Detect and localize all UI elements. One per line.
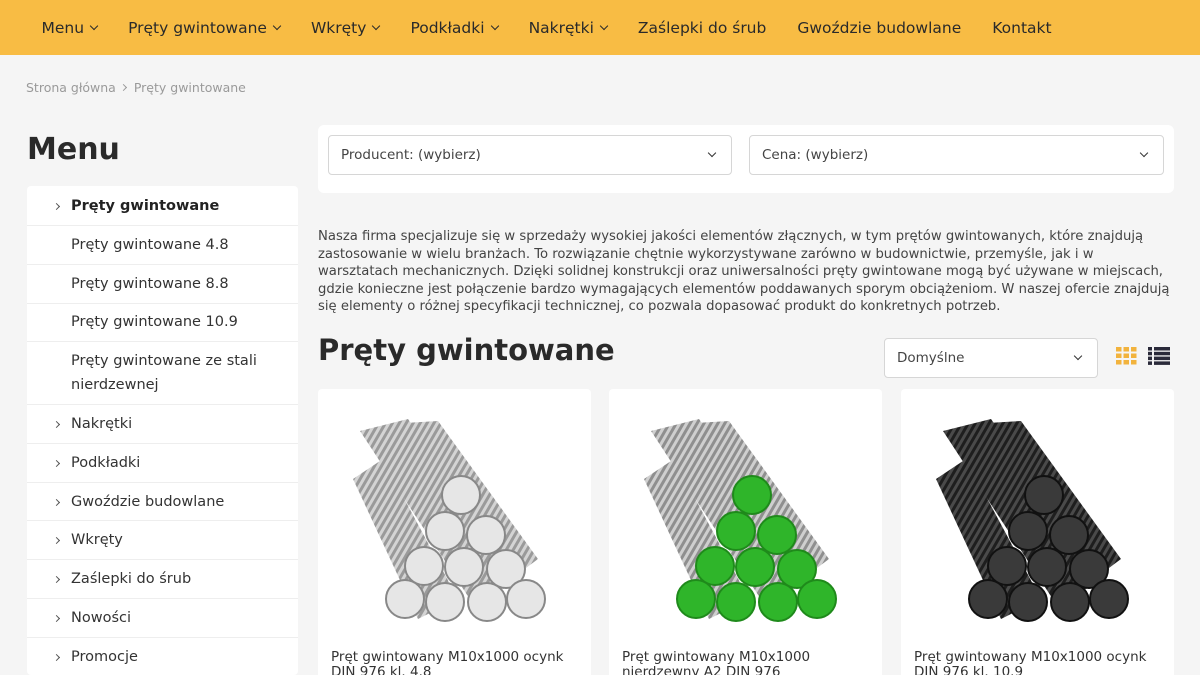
- grid-view-icon[interactable]: [1116, 347, 1137, 365]
- nav-item-menu[interactable]: Menu: [26, 0, 113, 55]
- chevron-right-icon: [119, 83, 127, 92]
- sidebar-item-label: Zaślepki do śrub: [71, 571, 192, 587]
- sort-select[interactable]: Domyślne: [884, 338, 1098, 378]
- chevron-right-icon: [52, 536, 61, 545]
- sidebar-item-label: Nowości: [71, 610, 132, 626]
- filter-panel: Producent: (wybierz) Cena: (wybierz): [318, 125, 1174, 193]
- sort-select-value: Domyślne: [897, 350, 965, 366]
- sidebar-item-threaded-rods-10-9[interactable]: Pręty gwintowane 10.9: [27, 304, 298, 342]
- page-title: Pręty gwintowane: [318, 333, 615, 367]
- nav-item-nuts[interactable]: Nakrętki: [513, 0, 622, 55]
- threaded-rods-stainless-image: [644, 419, 837, 622]
- nav-item-threaded-rods[interactable]: Pręty gwintowane: [113, 0, 296, 55]
- chevron-down-icon: [490, 21, 499, 30]
- chevron-right-icon: [52, 653, 61, 662]
- sidebar-item-screws[interactable]: Wkręty: [27, 521, 298, 560]
- product-card[interactable]: Pręt gwintowany M10x1000 nierdzewny A2 D…: [609, 389, 882, 675]
- sidebar-item-label: Pręty gwintowane 4.8: [71, 237, 229, 253]
- sidebar-item-threaded-rods[interactable]: Pręty gwintowane: [27, 186, 298, 226]
- sidebar-item-nuts[interactable]: Nakrętki: [27, 405, 298, 444]
- product-name[interactable]: Pręt gwintowany M10x1000 nierdzewny A2 D…: [622, 650, 872, 675]
- product-card[interactable]: Pręt gwintowany M10x1000 ocynk DIN 976 k…: [318, 389, 591, 675]
- producer-select-value: Producent: (wybierz): [341, 147, 481, 163]
- sidebar-item-label: Podkładki: [71, 455, 141, 471]
- nav-label: Menu: [41, 18, 85, 37]
- chevron-right-icon: [52, 420, 61, 429]
- chevron-right-icon: [52, 575, 61, 584]
- breadcrumb-current: Pręty gwintowane: [133, 80, 246, 95]
- threaded-rods-zinc-image: [353, 419, 546, 622]
- sidebar-item-nails[interactable]: Gwoździe budowlane: [27, 483, 298, 521]
- sidebar-item-label: Nakrętki: [71, 416, 133, 432]
- threaded-rods-black-image: [936, 419, 1129, 622]
- chevron-right-icon: [52, 614, 61, 623]
- chevron-right-icon: [52, 202, 61, 211]
- sidebar-item-threaded-rods-4-8[interactable]: Pręty gwintowane 4.8: [27, 226, 298, 265]
- sidebar-item-promotions[interactable]: Promocje: [27, 638, 298, 675]
- sidebar-item-label: Pręty gwintowane 10.9: [71, 314, 238, 330]
- top-navigation: Menu Pręty gwintowane Wkręty Podkładki N…: [0, 0, 1200, 55]
- sidebar-item-label: Promocje: [71, 649, 138, 665]
- nav-label: Kontakt: [992, 18, 1052, 37]
- sidebar-menu: Pręty gwintowane Pręty gwintowane 4.8 Pr…: [27, 186, 298, 675]
- chevron-down-icon: [372, 21, 381, 30]
- nav-item-washers[interactable]: Podkładki: [395, 0, 513, 55]
- chevron-down-icon: [707, 148, 717, 158]
- chevron-down-icon: [1073, 351, 1083, 361]
- chevron-down-icon: [272, 21, 282, 30]
- sidebar-item-bolt-caps[interactable]: Zaślepki do śrub: [27, 560, 298, 599]
- chevron-right-icon: [52, 459, 61, 468]
- nav-item-nails[interactable]: Gwoździe budowlane: [782, 0, 977, 55]
- product-name[interactable]: Pręt gwintowany M10x1000 ocynk DIN 976 k…: [914, 650, 1164, 675]
- sidebar-title: Menu: [27, 132, 120, 167]
- nav-item-bolt-caps[interactable]: Zaślepki do śrub: [622, 0, 781, 55]
- chevron-down-icon: [599, 21, 609, 30]
- sidebar-item-label: Gwoździe budowlane: [71, 494, 225, 510]
- sidebar-item-label: Wkręty: [71, 532, 123, 548]
- sidebar-item-threaded-rods-8-8[interactable]: Pręty gwintowane 8.8: [27, 265, 298, 304]
- chevron-down-icon: [89, 21, 99, 30]
- nav-label: Wkręty: [310, 18, 367, 37]
- sidebar-item-new[interactable]: Nowości: [27, 599, 298, 638]
- category-description: Nasza firma specjalizuje się w sprzedaży…: [318, 229, 1170, 314]
- nav-label: Nakrętki: [528, 18, 594, 37]
- producer-select[interactable]: Producent: (wybierz): [328, 135, 732, 175]
- sidebar-item-washers[interactable]: Podkładki: [27, 444, 298, 483]
- chevron-down-icon: [1139, 148, 1149, 158]
- nav-label: Gwoździe budowlane: [797, 18, 962, 37]
- nav-label: Podkładki: [410, 18, 485, 37]
- price-select-value: Cena: (wybierz): [762, 147, 869, 163]
- sidebar-item-label: Pręty gwintowane ze stali: [71, 353, 257, 369]
- list-view-icon[interactable]: [1148, 347, 1170, 365]
- nav-item-contact[interactable]: Kontakt: [977, 0, 1067, 55]
- sidebar-item-label-line2: nierdzewnej: [71, 377, 159, 393]
- sidebar-item-threaded-rods-stainless[interactable]: Pręty gwintowane ze stali nierdzewnej: [27, 342, 298, 405]
- nav-label: Pręty gwintowane: [128, 18, 267, 37]
- nav-label: Zaślepki do śrub: [637, 18, 767, 37]
- price-select[interactable]: Cena: (wybierz): [749, 135, 1164, 175]
- breadcrumb-home-link[interactable]: Strona główna: [26, 80, 116, 95]
- sidebar-item-label: Pręty gwintowane: [71, 198, 220, 214]
- nav-item-screws[interactable]: Wkręty: [295, 0, 394, 55]
- product-name[interactable]: Pręt gwintowany M10x1000 ocynk DIN 976 k…: [331, 650, 581, 675]
- chevron-right-icon: [52, 498, 61, 507]
- product-card[interactable]: Pręt gwintowany M10x1000 ocynk DIN 976 k…: [901, 389, 1174, 675]
- breadcrumb: Strona główna Pręty gwintowane: [26, 80, 246, 95]
- sidebar-item-label: Pręty gwintowane 8.8: [71, 276, 229, 292]
